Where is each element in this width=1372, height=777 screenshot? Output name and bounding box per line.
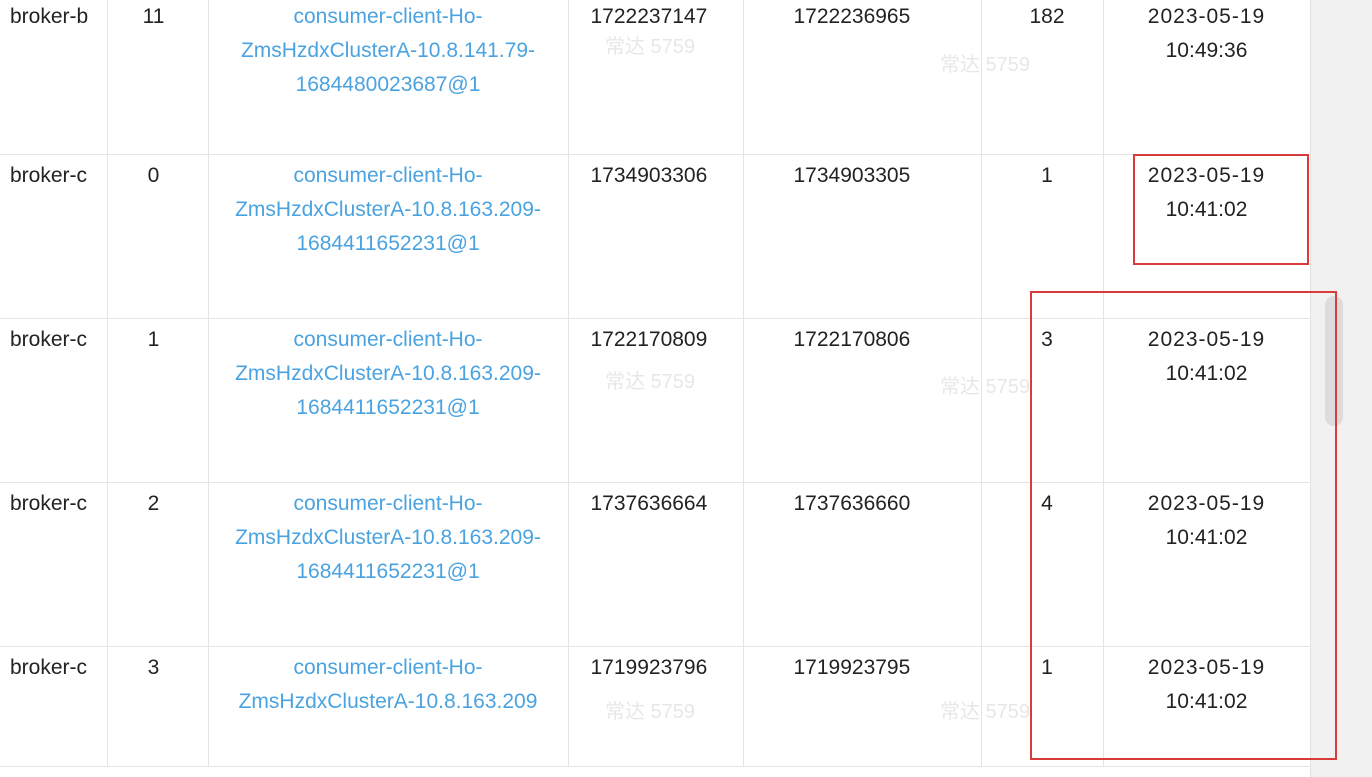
broker-name-cell: broker-b (0, 0, 108, 155)
broker-offset-cell: 1722170809 (568, 318, 744, 483)
client-info-cell[interactable]: consumer-client-Ho-ZmsHzdxClusterA-10.8.… (208, 482, 569, 647)
broker-name-cell: broker-c (0, 318, 108, 483)
broker-offset-cell: 1719923796 (568, 646, 744, 767)
consumer-offset-cell: 1734903305 (743, 154, 982, 319)
queue-id-cell: 1 (107, 318, 209, 483)
client-info-cell[interactable]: consumer-client-Ho-ZmsHzdxClusterA-10.8.… (208, 646, 569, 767)
broker-name-cell: broker-c (0, 482, 108, 647)
last-time: 10:49:36 (1165, 39, 1248, 62)
queue-id-cell: 0 (107, 154, 209, 319)
queue-id-cell: 11 (107, 0, 209, 155)
broker-offset-cell: 1737636664 (568, 482, 744, 647)
highlight-box (1030, 291, 1337, 760)
consumer-offset-cell: 1737636660 (743, 482, 982, 647)
client-info-cell[interactable]: consumer-client-Ho-ZmsHzdxClusterA-10.8.… (208, 318, 569, 483)
diff-total-cell: 182 (981, 0, 1104, 155)
broker-name-cell: broker-c (0, 646, 108, 767)
consumer-offset-cell: 1722170806 (743, 318, 982, 483)
highlight-box (1133, 154, 1309, 265)
broker-offset-cell: 1734903306 (568, 154, 744, 319)
broker-offset-cell: 1722237147 (568, 0, 744, 155)
last-date: 2023-05-19 (1147, 5, 1266, 28)
queue-id-cell: 2 (107, 482, 209, 647)
broker-name-cell: broker-c (0, 154, 108, 319)
last-time-cell: 2023-05-19 10:49:36 (1103, 0, 1310, 155)
client-info-cell[interactable]: consumer-client-Ho-ZmsHzdxClusterA-10.8.… (208, 154, 569, 319)
table-row: broker-b 11 consumer-client-Ho-ZmsHzdxCl… (0, 0, 1310, 155)
consumer-offset-cell: 1719923795 (743, 646, 982, 767)
consumer-offset-cell: 1722236965 (743, 0, 982, 155)
client-info-cell[interactable]: consumer-client-Ho-ZmsHzdxClusterA-10.8.… (208, 0, 569, 155)
queue-id-cell: 3 (107, 646, 209, 767)
